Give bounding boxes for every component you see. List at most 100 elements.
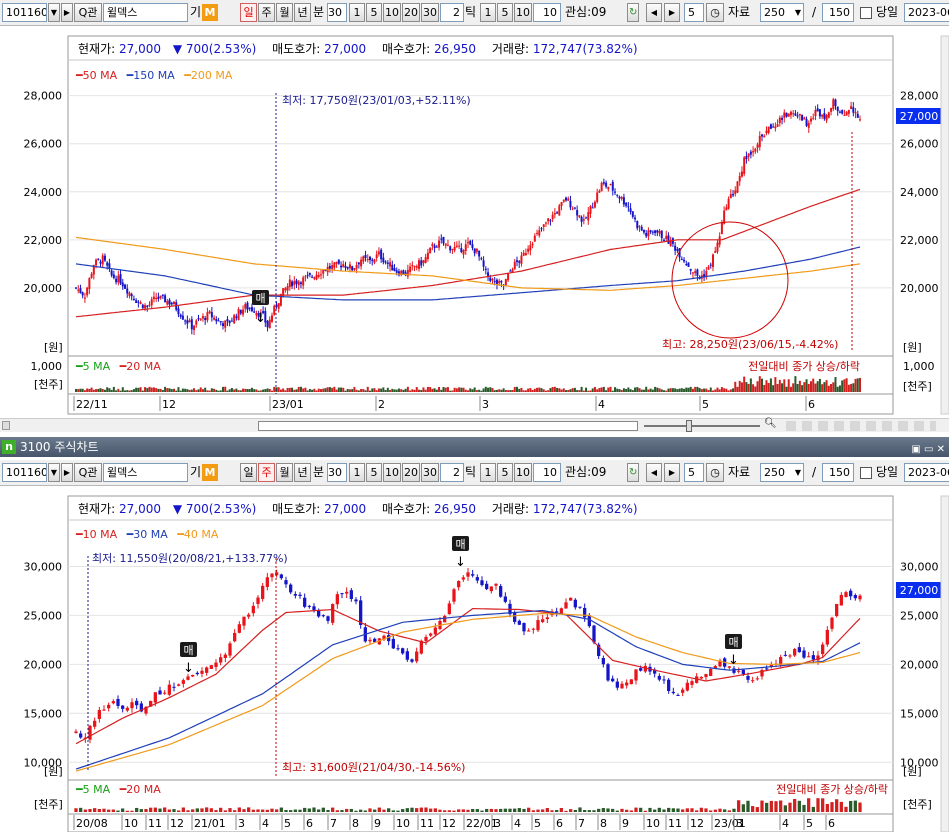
tick-5-button[interactable]: 5 — [497, 3, 513, 22]
nav-count-input[interactable]: 5 — [684, 463, 704, 482]
candle-body — [90, 273, 93, 278]
minute-1-button[interactable]: 1 — [349, 463, 365, 482]
volume-bar — [433, 808, 437, 812]
m-badge-icon[interactable]: M — [202, 464, 218, 481]
x-tick-label: 3 — [494, 817, 501, 830]
volume-bar — [297, 386, 300, 392]
candle-body — [729, 194, 732, 199]
volume-bar — [224, 386, 227, 392]
clock-icon[interactable]: ◷ — [706, 3, 724, 22]
period-week-button[interactable]: 주 — [258, 463, 275, 482]
minute-10-button[interactable]: 10 — [383, 463, 401, 482]
minute-1-button[interactable]: 1 — [349, 3, 365, 22]
zoom-icon[interactable]: 🔍︎ — [764, 418, 777, 429]
tick-1-button[interactable]: 1 — [480, 463, 496, 482]
volume-bar — [326, 810, 330, 812]
vertical-scrollbar[interactable] — [940, 495, 949, 832]
down-arrow-icon: ↓ — [183, 661, 194, 676]
refresh-icon[interactable]: ↻ — [627, 3, 639, 22]
zoom-slider-thumb[interactable] — [686, 420, 692, 432]
nav-count-input[interactable]: 5 — [684, 3, 704, 22]
minute-interval-input[interactable]: 30 — [327, 3, 347, 22]
period-day-button[interactable]: 일 — [240, 463, 257, 482]
clock-icon[interactable]: ◷ — [706, 463, 724, 482]
minute-20-button[interactable]: 20 — [402, 463, 420, 482]
period-week-button[interactable]: 주 — [258, 3, 275, 22]
zoom-slider-track[interactable] — [644, 425, 760, 427]
tick-1-button[interactable]: 1 — [480, 3, 496, 22]
volume-bar — [166, 388, 169, 392]
minute-10-button[interactable]: 10 — [383, 3, 401, 22]
data-count-select[interactable]: 250 ▼ — [760, 3, 804, 22]
volume-bar — [792, 383, 795, 392]
search-icon[interactable]: Q관 — [74, 463, 102, 482]
candle-body — [587, 212, 590, 221]
tick-count-input[interactable]: 2 — [440, 463, 464, 482]
date-field[interactable]: 2023-06 — [904, 463, 949, 482]
dropdown-arrow-icon[interactable]: ▼ — [48, 463, 60, 482]
candle-body — [326, 616, 330, 621]
volume-bar — [821, 798, 825, 812]
tick-10-button[interactable]: 10 — [514, 463, 532, 482]
today-checkbox[interactable] — [860, 7, 872, 19]
candle-body — [247, 614, 251, 617]
m-badge-icon[interactable]: M — [202, 4, 218, 21]
minute-5-button[interactable]: 5 — [366, 463, 382, 482]
dropdown-arrow-icon[interactable]: ▼ — [48, 3, 60, 22]
volume-bar — [580, 386, 583, 392]
period-day-button[interactable]: 일 — [240, 3, 257, 22]
date-field[interactable]: 2023-06 — [904, 3, 949, 22]
prev-arrow-icon[interactable]: ◀ — [646, 3, 662, 22]
candle-body — [620, 197, 623, 199]
period-month-button[interactable]: 월 — [276, 3, 293, 22]
minute-30-button[interactable]: 30 — [421, 3, 439, 22]
volume-bar — [662, 809, 666, 812]
period-year-button[interactable]: 년 — [294, 463, 311, 482]
period-month-button[interactable]: 월 — [276, 463, 293, 482]
play-arrow-icon[interactable]: ▶ — [61, 463, 73, 482]
scroll-thumb[interactable] — [258, 421, 638, 431]
candle-body — [168, 299, 171, 305]
total-count-field[interactable]: 150 — [822, 463, 854, 482]
window-controls[interactable]: ▣ ▭ ✕ — [911, 440, 945, 460]
volume-bar — [547, 390, 550, 392]
minute-20-button[interactable]: 20 — [402, 3, 420, 22]
stock-name-field[interactable]: 윌덱스 — [103, 463, 188, 482]
volume-bar — [153, 807, 157, 812]
minute-30-button[interactable]: 30 — [421, 463, 439, 482]
play-arrow-icon[interactable]: ▶ — [61, 3, 73, 22]
tick-input[interactable]: 10 — [533, 3, 561, 22]
volume-bar — [391, 810, 395, 812]
prev-arrow-icon[interactable]: ◀ — [646, 463, 662, 482]
stock-code-input[interactable]: 101160 — [2, 3, 47, 22]
stock-name-field[interactable]: 윌덱스 — [103, 3, 188, 22]
next-arrow-icon[interactable]: ▶ — [664, 463, 680, 482]
candle-body — [288, 279, 291, 288]
today-checkbox[interactable] — [860, 467, 872, 479]
tick-10-button[interactable]: 10 — [514, 3, 532, 22]
volume-bar — [375, 390, 378, 392]
search-icon[interactable]: Q관 — [74, 3, 102, 22]
vertical-scrollbar[interactable] — [940, 35, 949, 415]
minute-5-button[interactable]: 5 — [366, 3, 382, 22]
tick-5-button[interactable]: 5 — [497, 463, 513, 482]
stock-code-input[interactable]: 101160 — [2, 463, 47, 482]
tool-icons[interactable] — [786, 421, 936, 431]
data-count-select[interactable]: 250 ▼ — [760, 463, 804, 482]
candle-body — [371, 259, 374, 261]
candle-body — [415, 266, 418, 268]
next-arrow-icon[interactable]: ▶ — [664, 3, 680, 22]
candle-body — [135, 300, 138, 303]
period-year-button[interactable]: 년 — [294, 3, 311, 22]
volume-bar — [598, 388, 601, 392]
volume-bar — [259, 390, 262, 392]
total-count-field[interactable]: 150 — [822, 3, 854, 22]
volume-bar — [622, 388, 625, 392]
candle-body — [172, 686, 176, 688]
minute-interval-input[interactable]: 30 — [327, 463, 347, 482]
refresh-icon[interactable]: ↻ — [627, 463, 639, 482]
scroll-left-icon[interactable] — [2, 421, 10, 430]
tick-count-input[interactable]: 2 — [440, 3, 464, 22]
candle-body — [801, 115, 804, 121]
tick-input[interactable]: 10 — [533, 463, 561, 482]
